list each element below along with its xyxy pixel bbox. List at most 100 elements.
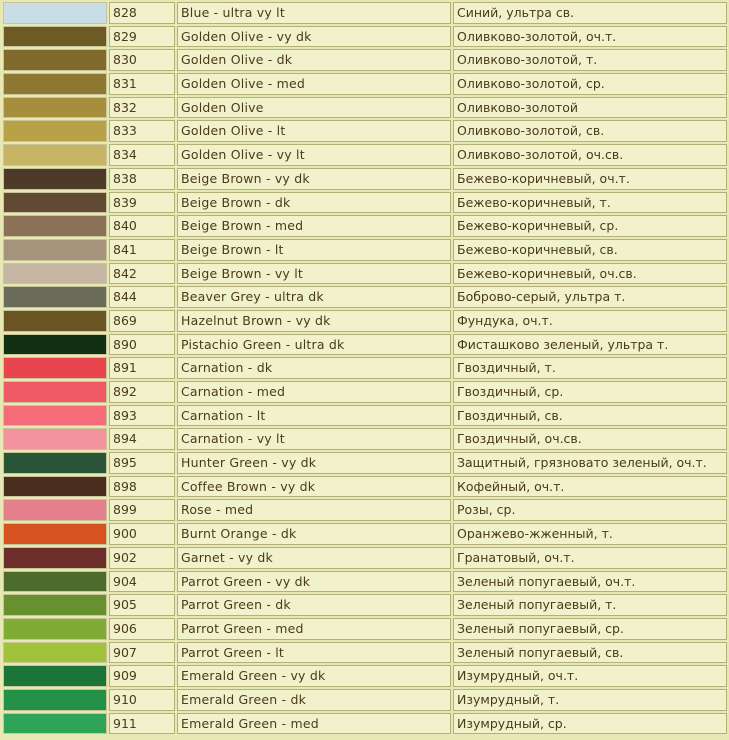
russian-name-cell: Бежево-коричневый, ср. — [453, 215, 727, 237]
thread-number-cell: 898 — [109, 475, 175, 498]
russian-name-cell: Гвоздичный, св. — [453, 404, 727, 427]
russian-name-cell: Оливково-золотой, оч.т. — [453, 25, 727, 48]
english-name-cell: Hunter Green - vy dk — [177, 452, 451, 474]
table-row: 906 Parrot Green - med Зеленый попугаевый,… — [2, 617, 729, 641]
color-swatch — [3, 96, 107, 119]
russian-name-cell: Оливково-золотой, оч.св. — [453, 144, 727, 166]
color-table: 828 Blue - ultra vy lt Синий, ультра св. 82… — [2, 1, 729, 735]
thread-number-cell: 834 — [109, 144, 175, 166]
thread-number-cell: 909 — [109, 665, 175, 687]
table-row: 892 Carnation - med Гвоздичный, ср. — [2, 380, 729, 404]
color-swatch — [3, 144, 107, 166]
color-swatch — [3, 712, 107, 735]
english-name-cell: Blue - ultra vy lt — [177, 2, 451, 24]
table-row: 841 Beige Brown - lt Бежево-коричневый, св… — [2, 238, 729, 262]
thread-number-cell: 842 — [109, 262, 175, 285]
english-name-cell: Golden Olive - vy lt — [177, 144, 451, 166]
thread-number-cell: 890 — [109, 333, 175, 356]
russian-name-cell: Изумрудный, ср. — [453, 712, 727, 735]
english-name-cell: Carnation - lt — [177, 404, 451, 427]
russian-name-cell: Изумрудный, т. — [453, 688, 727, 711]
english-name-cell: Beaver Grey - ultra dk — [177, 286, 451, 308]
color-swatch — [3, 641, 107, 664]
english-name-cell: Emerald Green - dk — [177, 688, 451, 711]
color-swatch — [3, 25, 107, 48]
table-row: 833 Golden Olive - lt Оливково-золотой, св… — [2, 119, 729, 143]
color-swatch — [3, 381, 107, 403]
table-row: 869 Hazelnut Brown - vy dk Фундука, оч.т. — [2, 309, 729, 333]
russian-name-cell: Защитный, грязновато зеленый, оч.т. — [453, 452, 727, 474]
table-row: 900 Burnt Orange - dk Оранжево-жженный, т. — [2, 522, 729, 546]
russian-name-cell: Розы, ср. — [453, 499, 727, 522]
english-name-cell: Golden Olive - vy dk — [177, 25, 451, 48]
color-swatch — [3, 191, 107, 214]
english-name-cell: Parrot Green - med — [177, 617, 451, 640]
english-name-cell: Garnet - vy dk — [177, 546, 451, 569]
thread-number-cell: 905 — [109, 594, 175, 616]
thread-number-cell: 895 — [109, 452, 175, 474]
thread-number-cell: 841 — [109, 238, 175, 261]
thread-number-cell: 840 — [109, 215, 175, 237]
color-swatch — [3, 475, 107, 498]
thread-number-cell: 839 — [109, 191, 175, 214]
english-name-cell: Beige Brown - vy dk — [177, 167, 451, 190]
table-row: 838 Beige Brown - vy dk Бежево-коричневый,… — [2, 167, 729, 191]
table-row: 894 Carnation - vy lt Гвоздичный, оч.св. — [2, 427, 729, 451]
table-row: 844 Beaver Grey - ultra dk Боброво-серый, … — [2, 285, 729, 309]
english-name-cell: Emerald Green - med — [177, 712, 451, 735]
table-row: 842 Beige Brown - vy lt Бежево-коричневый,… — [2, 262, 729, 286]
thread-number-cell: 833 — [109, 120, 175, 143]
color-swatch — [3, 238, 107, 261]
english-name-cell: Burnt Orange - dk — [177, 523, 451, 545]
thread-number-cell: 911 — [109, 712, 175, 735]
table-row: 890 Pistachio Green - ultra dk Фисташково … — [2, 333, 729, 357]
table-row: 828 Blue - ultra vy lt Синий, ультра св. — [2, 1, 729, 25]
russian-name-cell: Зеленый попугаевый, т. — [453, 594, 727, 616]
table-row: 905 Parrot Green - dk Зеленый попугаевый, … — [2, 593, 729, 617]
thread-number-cell: 892 — [109, 381, 175, 403]
color-swatch — [3, 594, 107, 616]
table-row: 834 Golden Olive - vy lt Оливково-золотой,… — [2, 143, 729, 167]
table-row: 891 Carnation - dk Гвоздичный, т. — [2, 356, 729, 380]
color-swatch — [3, 357, 107, 379]
english-name-cell: Parrot Green - vy dk — [177, 570, 451, 593]
color-swatch — [3, 2, 107, 24]
english-name-cell: Carnation - dk — [177, 357, 451, 379]
thread-number-cell: 844 — [109, 286, 175, 308]
color-swatch — [3, 286, 107, 308]
thread-number-cell: 830 — [109, 49, 175, 72]
table-row: 904 Parrot Green - vy dk Зеленый попугаевы… — [2, 570, 729, 594]
thread-number-cell: 869 — [109, 309, 175, 332]
russian-name-cell: Кофейный, оч.т. — [453, 475, 727, 498]
thread-number-cell: 828 — [109, 2, 175, 24]
table-row: 907 Parrot Green - lt Зеленый попугаевый, … — [2, 641, 729, 665]
table-row: 911 Emerald Green - med Изумрудный, ср. — [2, 712, 729, 736]
english-name-cell: Rose - med — [177, 499, 451, 522]
color-swatch — [3, 309, 107, 332]
russian-name-cell: Оранжево-жженный, т. — [453, 523, 727, 545]
thread-number-cell: 894 — [109, 428, 175, 451]
thread-number-cell: 891 — [109, 357, 175, 379]
russian-name-cell: Зеленый попугаевый, ср. — [453, 617, 727, 640]
table-row: 832 Golden Olive Оливково-золотой — [2, 96, 729, 120]
russian-name-cell: Оливково-золотой, св. — [453, 120, 727, 143]
thread-number-cell: 838 — [109, 167, 175, 190]
english-name-cell: Beige Brown - med — [177, 215, 451, 237]
table-row: 830 Golden Olive - dk Оливково-золотой, т. — [2, 48, 729, 72]
thread-number-cell: 829 — [109, 25, 175, 48]
english-name-cell: Beige Brown - lt — [177, 238, 451, 261]
english-name-cell: Carnation - med — [177, 381, 451, 403]
russian-name-cell: Бежево-коричневый, оч.св. — [453, 262, 727, 285]
color-swatch — [3, 49, 107, 72]
russian-name-cell: Оливково-золотой, ср. — [453, 73, 727, 95]
color-swatch — [3, 523, 107, 545]
russian-name-cell: Бежево-коричневый, оч.т. — [453, 167, 727, 190]
table-row: 898 Coffee Brown - vy dk Кофейный, оч.т. — [2, 475, 729, 499]
color-swatch — [3, 546, 107, 569]
english-name-cell: Beige Brown - dk — [177, 191, 451, 214]
russian-name-cell: Гвоздичный, т. — [453, 357, 727, 379]
russian-name-cell: Фундука, оч.т. — [453, 309, 727, 332]
russian-name-cell: Фисташково зеленый, ультра т. — [453, 333, 727, 356]
english-name-cell: Golden Olive - lt — [177, 120, 451, 143]
russian-name-cell: Гвоздичный, ср. — [453, 381, 727, 403]
